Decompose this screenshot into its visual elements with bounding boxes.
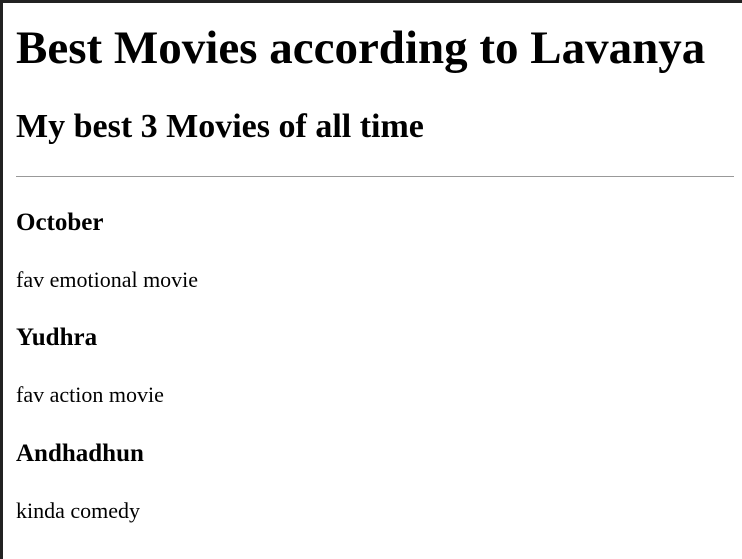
movie-description: fav action movie bbox=[16, 382, 164, 407]
page-title: Best Movies according to Lavanya bbox=[16, 22, 706, 74]
page-frame: Best Movies according to Lavanya My best… bbox=[0, 0, 742, 559]
divider bbox=[16, 176, 734, 177]
movie-description: kinda comedy bbox=[16, 498, 141, 523]
movie-title: Yudhra bbox=[16, 324, 98, 351]
movie-title: October bbox=[16, 209, 104, 236]
movie-description: fav emotional movie bbox=[16, 267, 199, 292]
page-subtitle: My best 3 Movies of all time bbox=[16, 108, 424, 145]
movie-title: Andhadhun bbox=[16, 440, 144, 467]
